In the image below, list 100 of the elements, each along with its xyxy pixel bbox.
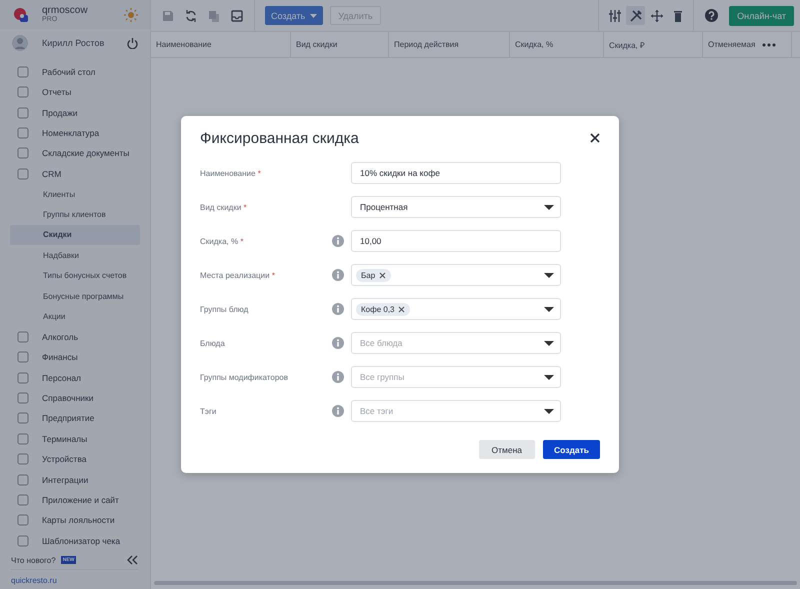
chat-button[interactable]: Онлайн-чат xyxy=(729,6,794,26)
sidebar-item[interactable]: Надбавки xyxy=(10,245,140,266)
field-label: Тэги xyxy=(200,406,218,416)
sidebar-item[interactable]: Номенклатура xyxy=(10,122,140,144)
whats-new-link[interactable]: Что нового? xyxy=(11,556,56,564)
square-outline-icon xyxy=(17,106,29,119)
sidebar-item[interactable]: Типы бонусных счетов xyxy=(10,266,140,286)
sidebar-item[interactable]: Бонусные программы xyxy=(10,286,140,306)
square-outline-icon xyxy=(17,534,29,547)
square-outline-icon xyxy=(17,351,29,364)
column-header[interactable]: Период действия xyxy=(389,32,510,57)
refresh-icon[interactable] xyxy=(185,10,197,22)
column-header[interactable]: Скидка, ₽ xyxy=(604,32,703,57)
caret-icon xyxy=(544,374,554,380)
caret-icon xyxy=(544,306,554,312)
remove-icon xyxy=(398,306,406,312)
field-label: Группы блюд xyxy=(200,304,250,314)
caret-icon xyxy=(544,204,554,210)
square-outline-icon xyxy=(17,126,29,139)
tools-icon[interactable] xyxy=(630,10,642,22)
info-icon[interactable] xyxy=(332,337,344,349)
dialog-title: Фиксированная скидка xyxy=(200,130,359,146)
move-icon[interactable] xyxy=(650,10,663,22)
square-outline-icon xyxy=(17,453,29,466)
sidebar-item[interactable]: Интеграции xyxy=(10,469,140,490)
user-name: Кирилл Ростов xyxy=(42,38,106,48)
square-outline-icon xyxy=(17,86,29,98)
sidebar-item[interactable]: Клиенты xyxy=(10,184,140,204)
sidebar-item[interactable]: Персонал xyxy=(10,367,140,388)
dropdown-field[interactable]: Бар xyxy=(351,264,561,286)
input-field[interactable]: 10% скидки на кофе xyxy=(351,162,561,184)
column-header[interactable]: Отменяемая xyxy=(703,32,757,57)
scrollbar[interactable] xyxy=(154,581,797,585)
caret-icon xyxy=(544,340,554,346)
sidebar-item[interactable]: Терминалы xyxy=(10,428,140,450)
column-header[interactable]: Скидка, % xyxy=(510,32,604,57)
dropdown-field[interactable]: Кофе 0,3 xyxy=(351,298,561,320)
sidebar-item[interactable]: CRM xyxy=(10,164,140,184)
square-outline-icon xyxy=(17,392,29,404)
field-label: Блюда xyxy=(200,338,226,348)
close-icon[interactable] xyxy=(590,133,600,143)
field-label: Места реализации * xyxy=(200,270,276,280)
sidebar-item[interactable]: Продажи xyxy=(10,102,140,123)
tray-icon[interactable] xyxy=(231,10,243,22)
sidebar-item[interactable]: Устройства xyxy=(10,449,140,470)
square-outline-icon xyxy=(17,330,29,343)
tag-chip[interactable]: Бар xyxy=(356,268,392,282)
info-icon[interactable] xyxy=(332,235,344,247)
help-icon[interactable] xyxy=(705,9,718,22)
caret-icon xyxy=(544,272,554,278)
square-outline-icon xyxy=(17,514,29,526)
field-label: Наименование * xyxy=(200,168,262,178)
info-icon[interactable] xyxy=(332,371,344,383)
remove-icon xyxy=(379,272,386,278)
sidebar-item[interactable]: Алкоголь xyxy=(10,326,140,348)
field-label: Скидка, % * xyxy=(200,236,244,246)
avatar-icon xyxy=(12,34,28,51)
info-icon[interactable] xyxy=(332,269,344,281)
tag-chip[interactable]: Кофе 0,3 xyxy=(356,302,410,316)
caret-icon xyxy=(544,408,554,414)
trash-icon[interactable] xyxy=(672,10,684,22)
column-header[interactable]: Вид скидки xyxy=(291,32,389,57)
power-icon[interactable] xyxy=(126,36,139,49)
sidebar-item[interactable]: Группы клиентов xyxy=(10,204,140,225)
sidebar-item[interactable]: Шаблонизатор чека xyxy=(10,530,140,551)
square-outline-icon xyxy=(17,474,29,486)
sidebar-item[interactable]: Рабочий стол xyxy=(10,62,140,82)
org-name: qrmoscow xyxy=(42,5,89,16)
collapse-icon[interactable] xyxy=(127,555,138,565)
caret-icon xyxy=(310,14,318,18)
sidebar-item[interactable]: Складские документы xyxy=(10,143,140,164)
dropdown-field[interactable]: Процентная xyxy=(351,196,561,218)
cancel-button[interactable]: Отмена xyxy=(478,440,536,459)
site-link[interactable]: quickresto.ru xyxy=(11,570,138,585)
sidebar-item[interactable]: Финансы xyxy=(10,347,140,368)
square-outline-icon xyxy=(17,372,29,384)
create-button[interactable]: Создать xyxy=(543,440,600,459)
square-outline-icon xyxy=(17,66,29,78)
sidebar-item[interactable]: Отчеты xyxy=(10,82,140,102)
square-outline-icon xyxy=(17,147,29,160)
sidebar-item[interactable]: Справочники xyxy=(10,388,140,408)
logo-icon xyxy=(12,6,30,24)
square-outline-icon xyxy=(17,494,29,506)
column-header[interactable]: Наименование xyxy=(151,32,291,57)
create-button[interactable]: Создать xyxy=(265,6,324,25)
info-icon[interactable] xyxy=(332,303,344,315)
square-outline-icon xyxy=(17,432,29,445)
input-field[interactable]: 10,00 xyxy=(351,230,561,252)
field-label: Группы модификаторов xyxy=(200,372,289,382)
sidebar-item[interactable]: Предприятие xyxy=(10,408,140,429)
more-icon[interactable] xyxy=(762,42,776,46)
info-icon[interactable] xyxy=(332,405,344,417)
sidebar-item[interactable]: Приложение и сайт xyxy=(10,490,140,510)
sliders-icon[interactable] xyxy=(608,10,621,22)
field-label: Вид скидки * xyxy=(200,202,248,212)
sidebar-item[interactable]: Акции xyxy=(10,306,140,327)
square-outline-icon xyxy=(17,168,29,180)
sidebar-item[interactable]: Скидки xyxy=(10,224,140,246)
square-outline-icon xyxy=(17,412,29,424)
sidebar-item[interactable]: Карты лояльности xyxy=(10,510,140,531)
